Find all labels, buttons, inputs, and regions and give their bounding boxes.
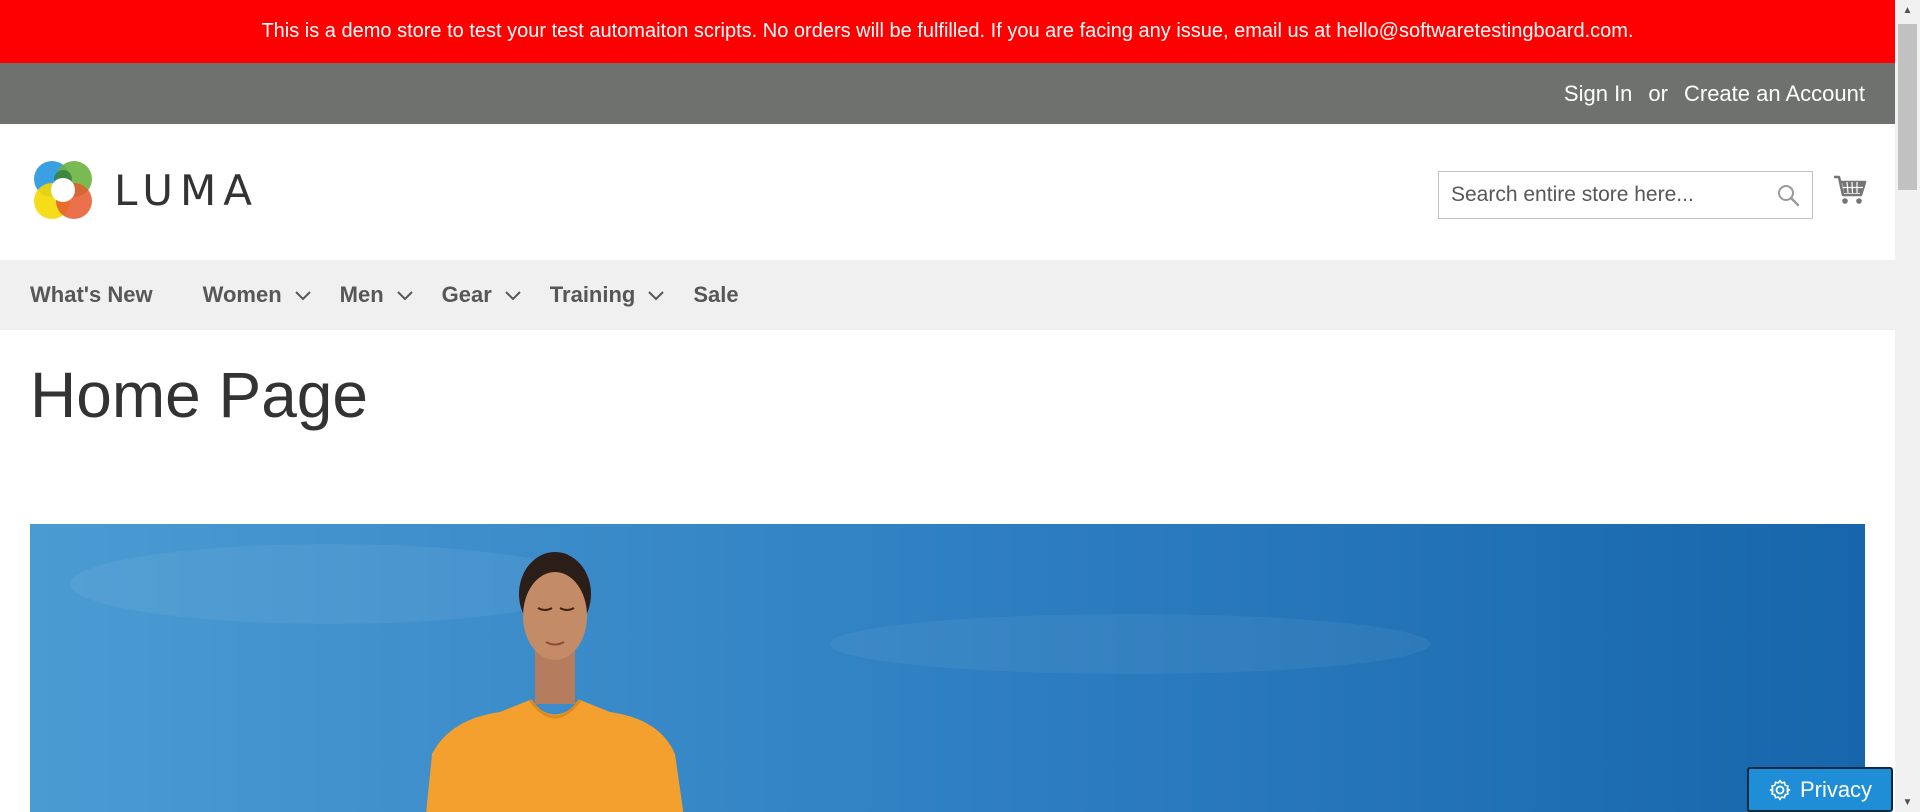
hero-banner-image[interactable] xyxy=(30,524,1865,812)
header-links-separator: or xyxy=(1648,80,1668,106)
hero-model-illustration xyxy=(30,524,1865,812)
nav-item-women[interactable]: Women xyxy=(203,282,312,308)
vertical-scrollbar[interactable]: ▲ ▼ xyxy=(1895,0,1920,812)
demo-notice-text: This is a demo store to test your test a… xyxy=(261,20,1634,42)
store-logo[interactable]: LUMA xyxy=(30,157,259,223)
search-icon[interactable] xyxy=(1776,183,1800,207)
cart-icon[interactable] xyxy=(1833,173,1867,207)
chevron-down-icon xyxy=(396,291,413,301)
chevron-down-icon xyxy=(294,291,311,301)
nav-item-label: Women xyxy=(202,282,282,307)
luma-logo-icon xyxy=(34,161,92,219)
scroll-up-arrow-icon[interactable]: ▲ xyxy=(1895,0,1920,20)
page: This is a demo store to test your test a… xyxy=(0,0,1895,812)
privacy-button[interactable]: Privacy xyxy=(1747,767,1893,812)
nav-item-label: Training xyxy=(549,282,636,307)
sign-in-link[interactable]: Sign In xyxy=(1564,81,1633,107)
nav-item-men[interactable]: Men xyxy=(340,282,414,308)
header-main: LUMA xyxy=(0,124,1895,260)
nav-item-label: Sale xyxy=(693,282,739,307)
chevron-down-icon xyxy=(505,291,521,301)
scrollbar-thumb[interactable] xyxy=(1898,24,1917,190)
nav-item-whats-new[interactable]: What's New xyxy=(30,282,153,308)
logo-text: LUMA xyxy=(114,165,260,215)
nav-item-sale[interactable]: Sale xyxy=(693,282,738,308)
main-navigation: What's New Women Men Gear Training Sale xyxy=(0,260,1895,330)
create-account-link[interactable]: Create an Account xyxy=(1684,81,1865,107)
gear-icon xyxy=(1769,779,1791,800)
nav-item-label: Men xyxy=(339,282,384,307)
demo-notice-bar: This is a demo store to test your test a… xyxy=(0,0,1895,63)
header-links-bar: Sign In or Create an Account xyxy=(0,63,1895,124)
nav-item-gear[interactable]: Gear xyxy=(442,282,522,308)
chevron-down-icon xyxy=(648,291,665,301)
scroll-down-arrow-icon[interactable]: ▼ xyxy=(1895,792,1920,812)
page-title: Home Page xyxy=(30,359,368,431)
nav-item-training[interactable]: Training xyxy=(550,282,666,308)
nav-item-label: Gear xyxy=(441,282,492,307)
nav-item-label: What's New xyxy=(30,282,153,307)
search-input[interactable] xyxy=(1451,183,1776,207)
search-box xyxy=(1438,171,1813,219)
privacy-label: Privacy xyxy=(1799,776,1873,802)
